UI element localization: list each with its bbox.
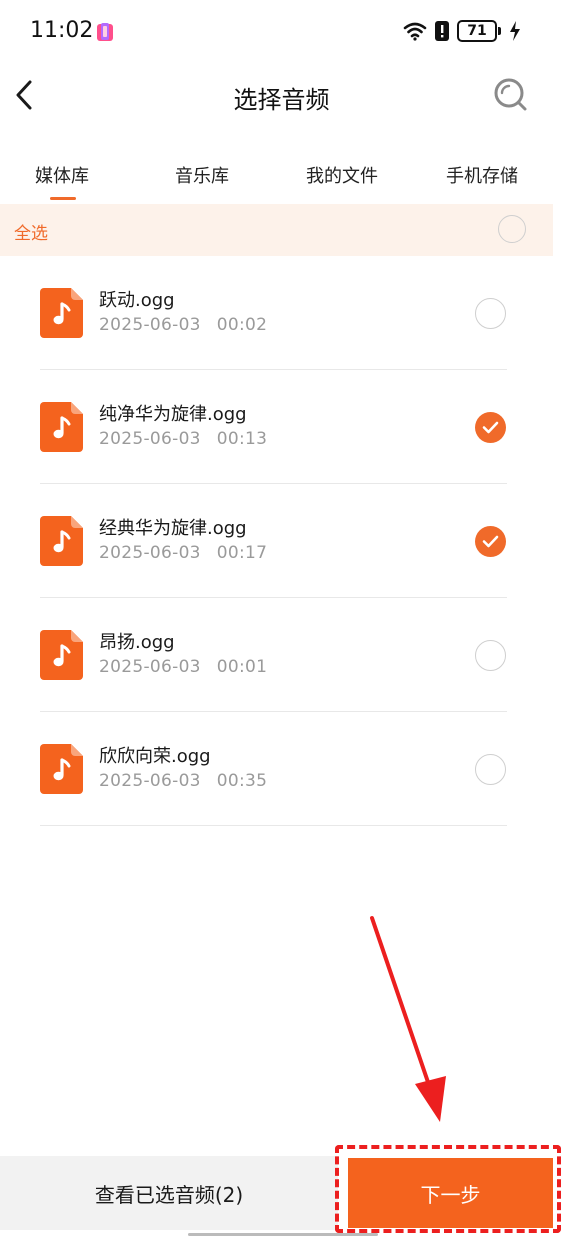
app-badge-icon <box>97 23 113 41</box>
file-meta: 2025-06-03 00:35 <box>99 771 267 791</box>
list-item[interactable]: 纯净华为旋律.ogg 2025-06-03 00:13 <box>0 370 563 484</box>
tab-bar: 媒体库 音乐库 我的文件 手机存储 <box>0 150 563 204</box>
file-duration: 00:01 <box>216 657 268 677</box>
file-duration: 00:17 <box>216 543 268 563</box>
select-all-label: 全选 <box>14 224 48 244</box>
battery-icon: 71 <box>457 20 501 42</box>
file-date: 2025-06-03 <box>99 315 201 335</box>
tab-my-files[interactable]: 我的文件 <box>306 162 378 188</box>
status-bar: 11:02 71 <box>0 0 563 64</box>
file-date: 2025-06-03 <box>99 543 201 563</box>
file-name: 欣欣向荣.ogg <box>99 746 211 767</box>
file-name: 经典华为旋律.ogg <box>99 518 247 539</box>
file-duration: 00:13 <box>216 429 268 449</box>
file-checkbox[interactable] <box>475 640 506 671</box>
file-name: 纯净华为旋律.ogg <box>99 404 247 425</box>
header: 选择音频 <box>0 64 563 128</box>
tab-active-indicator <box>50 197 76 200</box>
file-meta: 2025-06-03 00:17 <box>99 543 267 563</box>
select-all-checkbox[interactable] <box>498 215 526 243</box>
checkmark-icon <box>482 535 499 548</box>
list-item[interactable]: 跃动.ogg 2025-06-03 00:02 <box>0 256 563 370</box>
charging-icon <box>510 21 520 41</box>
status-icons: 71 <box>403 20 521 42</box>
file-checkbox[interactable] <box>475 298 506 329</box>
list-item[interactable]: 经典华为旋律.ogg 2025-06-03 00:17 <box>0 484 563 598</box>
tab-media-library[interactable]: 媒体库 <box>35 162 89 188</box>
search-icon[interactable] <box>492 76 528 112</box>
list-item[interactable]: 昂扬.ogg 2025-06-03 00:01 <box>0 598 563 712</box>
file-meta: 2025-06-03 00:01 <box>99 657 267 677</box>
file-date: 2025-06-03 <box>99 657 201 677</box>
audio-file-icon <box>40 402 83 452</box>
tab-phone-storage[interactable]: 手机存储 <box>446 162 518 188</box>
file-name: 跃动.ogg <box>99 290 175 311</box>
file-meta: 2025-06-03 00:13 <box>99 429 267 449</box>
annotation-arrow-icon <box>370 916 446 1122</box>
audio-file-icon <box>40 744 83 794</box>
bottom-bar: 查看已选音频(2) 下一步 <box>0 1156 563 1230</box>
file-meta: 2025-06-03 00:02 <box>99 315 267 335</box>
battery-level: 71 <box>457 20 497 42</box>
list-item[interactable]: 欣欣向荣.ogg 2025-06-03 00:35 <box>0 712 563 826</box>
audio-file-icon <box>40 516 83 566</box>
wifi-icon <box>403 22 427 41</box>
status-time: 11:02 <box>30 18 94 43</box>
file-checkbox[interactable] <box>475 526 506 557</box>
alert-icon <box>435 21 449 41</box>
file-date: 2025-06-03 <box>99 771 201 791</box>
select-all-row[interactable]: 全选 <box>0 204 553 256</box>
tab-music-library[interactable]: 音乐库 <box>175 162 229 188</box>
audio-file-icon <box>40 630 83 680</box>
file-date: 2025-06-03 <box>99 429 201 449</box>
file-duration: 00:35 <box>216 771 268 791</box>
audio-file-icon <box>40 288 83 338</box>
file-list: 跃动.ogg 2025-06-03 00:02 纯净华为旋律.ogg 2025-0… <box>0 256 563 826</box>
page-title: 选择音频 <box>233 86 330 114</box>
file-checkbox[interactable] <box>475 754 506 785</box>
view-selected-button[interactable]: 查看已选音频(2) <box>0 1156 338 1230</box>
file-checkbox[interactable] <box>475 412 506 443</box>
file-name: 昂扬.ogg <box>99 632 175 653</box>
divider <box>40 825 507 826</box>
next-button[interactable]: 下一步 <box>348 1158 553 1228</box>
file-duration: 00:02 <box>216 315 268 335</box>
battery-tip <box>498 27 501 35</box>
checkmark-icon <box>482 421 499 434</box>
